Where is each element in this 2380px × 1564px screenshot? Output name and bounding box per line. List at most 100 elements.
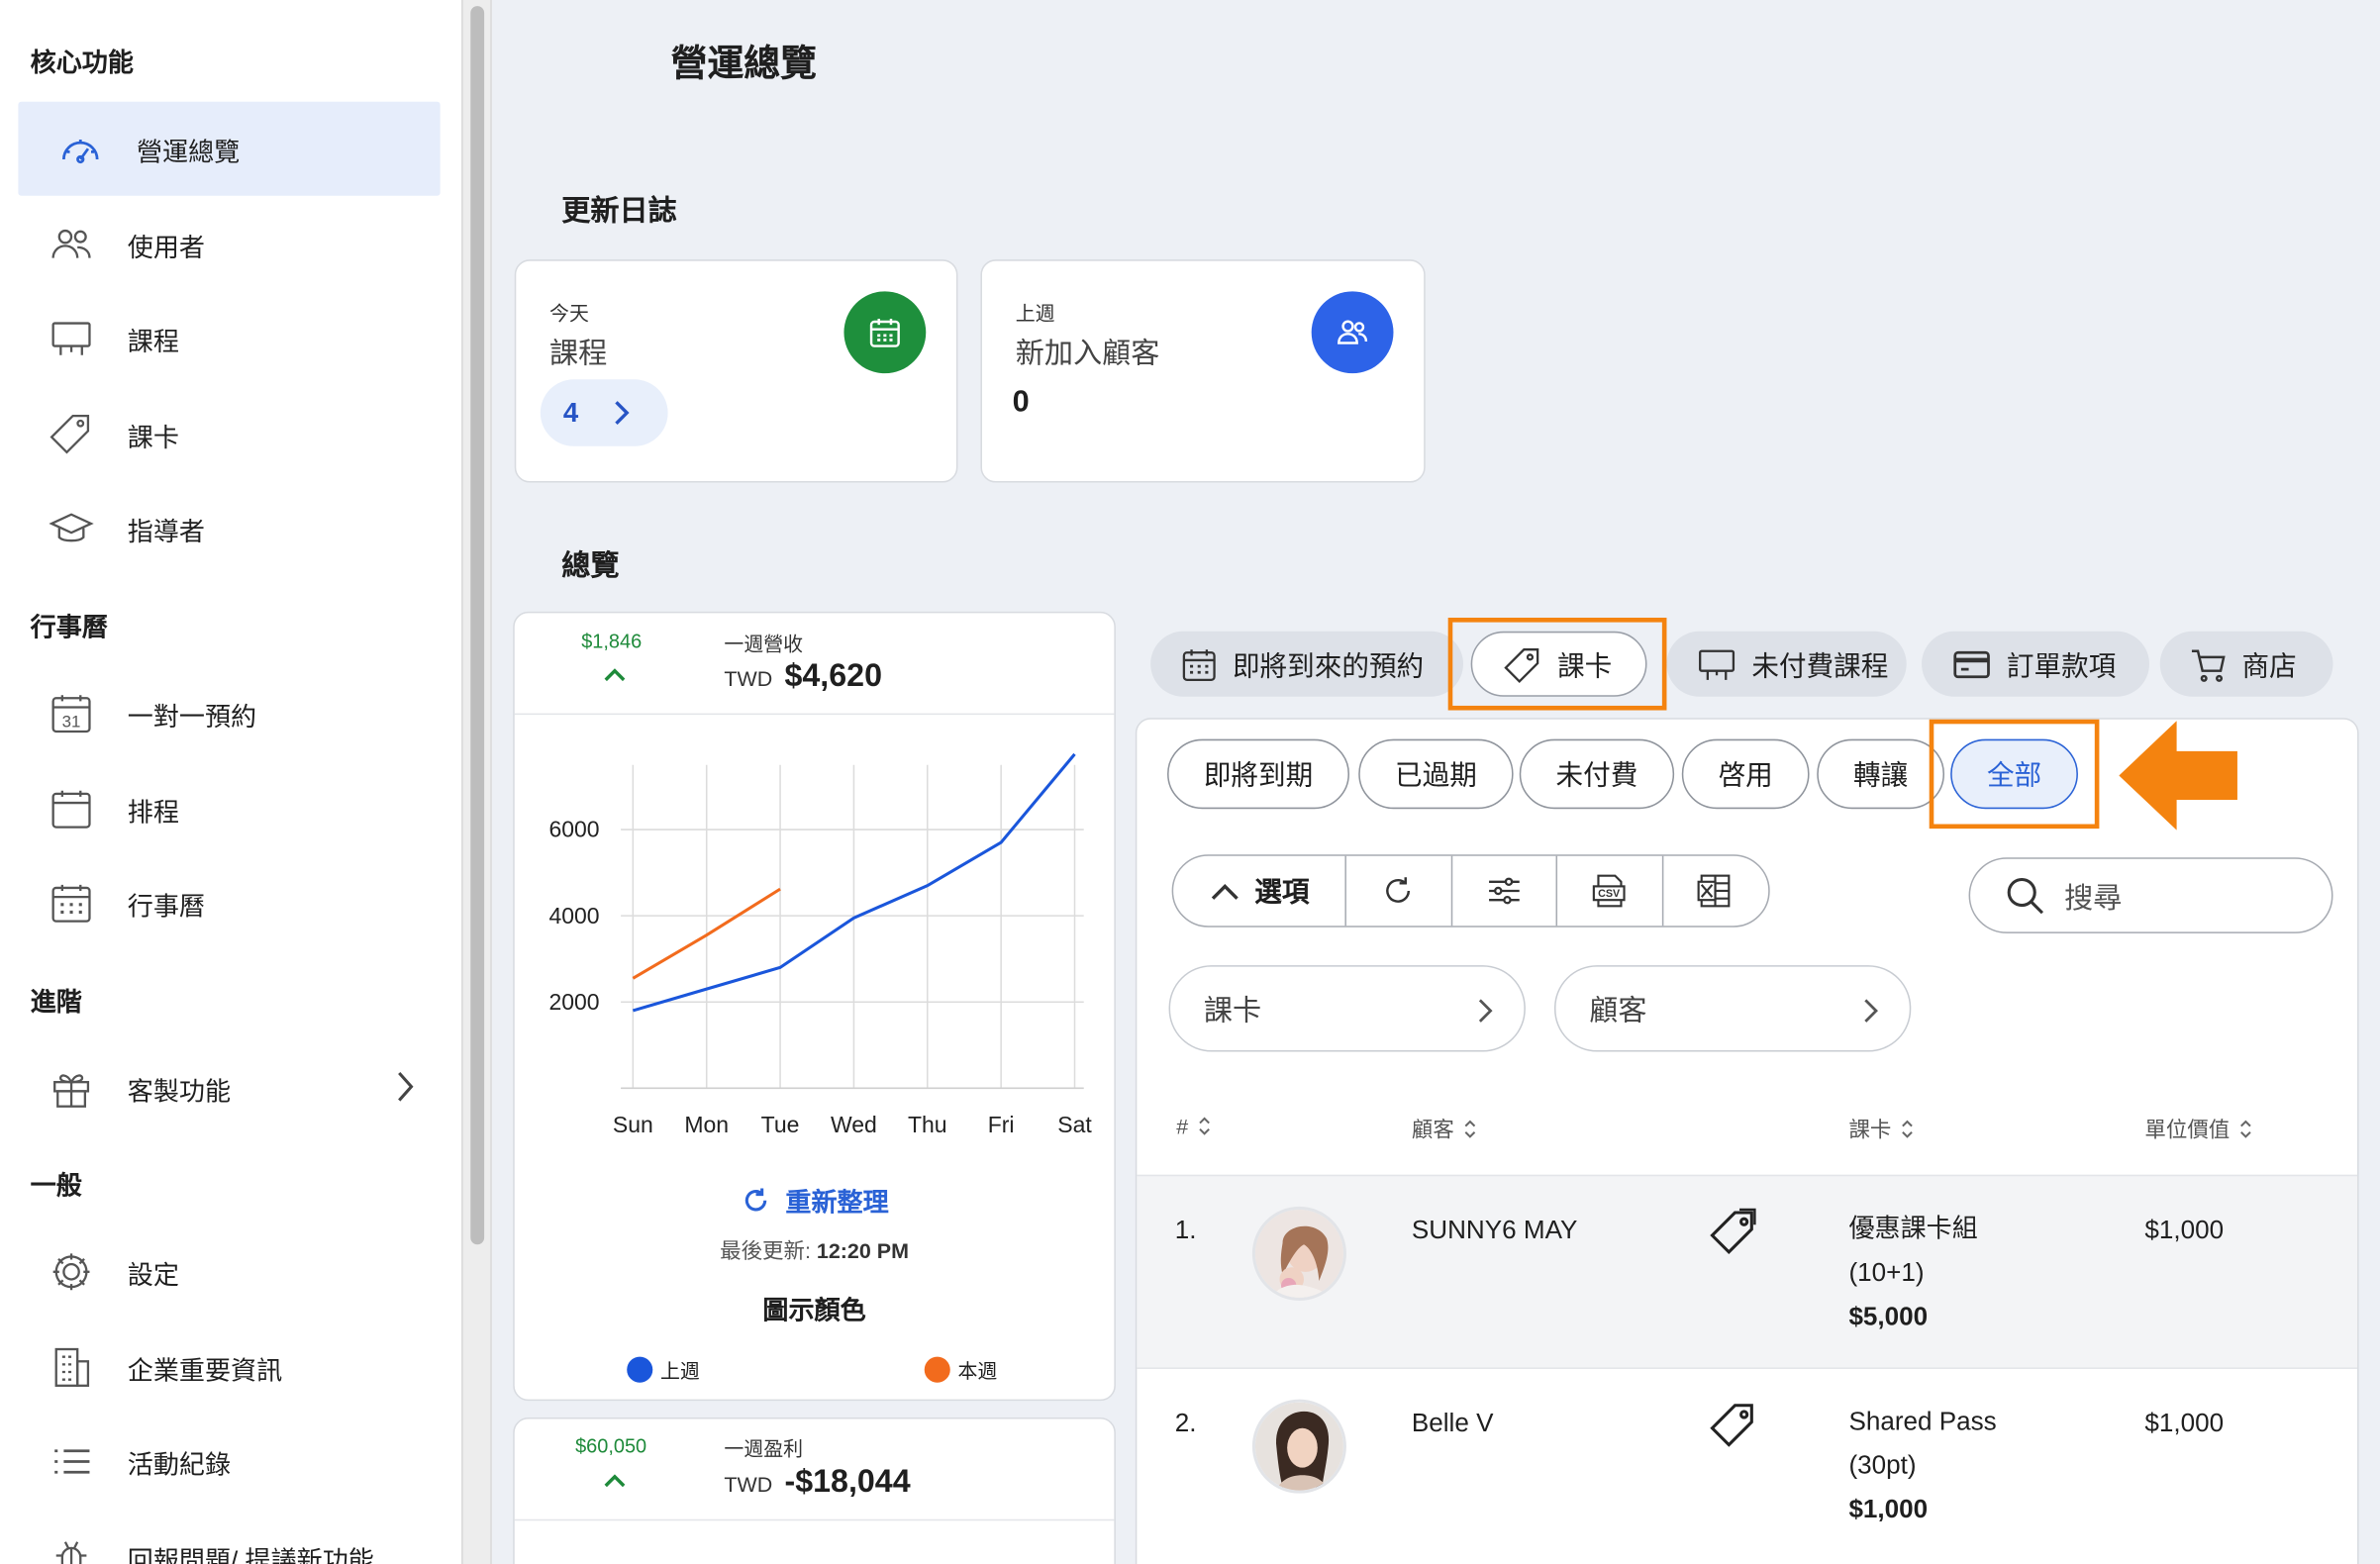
filter-unpaid[interactable]: 未付費 [1519, 738, 1675, 810]
sidebar-item-users[interactable]: 使用者 [18, 197, 440, 291]
sidebar-item-instructors[interactable]: 指導者 [18, 481, 440, 575]
filter-expiring[interactable]: 即將到期 [1167, 738, 1350, 810]
sidebar-item-one-on-one[interactable]: 31 一對一預約 [18, 666, 440, 760]
passes-panel: 即將到期 已過期 未付費 啓用 轉讓 全部 選項 CSV 搜尋 課卡 顧客 # … [1135, 718, 2359, 1564]
calendar-31-icon: 31 [49, 691, 94, 736]
unit-value: $1,000 [2144, 1408, 2225, 1437]
arrow-up-icon [603, 1471, 628, 1489]
sidebar-scrollbar[interactable] [461, 0, 492, 1564]
sidebar-item-courses[interactable]: 課程 [18, 291, 440, 385]
x-tick-label: Tue [761, 1112, 800, 1137]
sidebar-item-business-info[interactable]: 企業重要資訊 [18, 1320, 440, 1415]
sidebar-item-label: 設定 [127, 1260, 179, 1290]
sidebar-item-calendar[interactable]: 行事曆 [18, 856, 440, 950]
sidebar-item-label: 課卡 [127, 422, 179, 452]
x-tick-label: Sat [1057, 1112, 1092, 1137]
arrow-up-icon [603, 665, 628, 683]
export-csv-button[interactable]: CSV [1557, 855, 1663, 927]
revenue-value: $4,620 [784, 658, 882, 694]
reload-icon [1386, 877, 1411, 903]
sidebar-item-overview[interactable]: 營運總覽 [18, 101, 441, 196]
legend-last-week[interactable]: 上週 [627, 1355, 700, 1384]
profit-value: -$18,044 [784, 1464, 911, 1500]
sliders-icon [1488, 877, 1520, 905]
filter-expired[interactable]: 已過期 [1358, 738, 1514, 810]
course-count: 4 [562, 396, 579, 428]
customer-name[interactable]: SUNNY6 MAY [1412, 1216, 1578, 1246]
gift-icon [49, 1065, 94, 1111]
sidebar-item-label: 使用者 [127, 233, 205, 262]
pass-name: Shared Pass [1848, 1407, 1997, 1436]
sidebar-item-schedule[interactable]: 排程 [18, 762, 440, 856]
export-excel-button[interactable] [1663, 856, 1769, 927]
col-header-pass[interactable]: 課卡 [1848, 1114, 1914, 1144]
filter-active[interactable]: 啓用 [1681, 738, 1810, 810]
col-header-unit-value[interactable]: 單位價值 [2144, 1114, 2252, 1144]
pass-filter-dropdown[interactable]: 課卡 [1168, 965, 1526, 1052]
col-header-customer[interactable]: 顧客 [1412, 1114, 1477, 1144]
sidebar-item-activity-log[interactable]: 活動紀錄 [18, 1415, 440, 1509]
divider [514, 713, 1115, 716]
sidebar-item-passes[interactable]: 課卡 [18, 387, 440, 481]
card-period: 今天 [549, 302, 589, 326]
filter-settings-button[interactable] [1452, 855, 1558, 927]
header-label: 課卡 [1848, 1117, 1892, 1141]
board-icon [49, 316, 94, 361]
col-header-num[interactable]: # [1176, 1114, 1211, 1138]
changelog-title: 更新日誌 [561, 195, 677, 228]
section-core: 核心功能 [30, 49, 134, 78]
sidebar-item-settings[interactable]: 設定 [18, 1224, 440, 1319]
unit-value: $1,000 [2144, 1216, 2225, 1245]
table-row[interactable]: 2. Belle V Shared Pass (30pt) $1,000 $1,… [1137, 1367, 2358, 1560]
dashboard-icon [57, 126, 103, 171]
tag-icon [49, 411, 94, 456]
x-tick-label: Fri [988, 1112, 1015, 1137]
row-num: 2. [1174, 1408, 1197, 1437]
options-label: 選項 [1254, 877, 1310, 908]
sidebar-item-label: 排程 [127, 797, 179, 827]
legend-this-week[interactable]: 本週 [924, 1355, 997, 1384]
table-row[interactable]: 1. SUNNY6 MAY 優惠課卡組 (10+1) $5,000 $1,000 [1137, 1174, 2358, 1368]
sidebar-item-feedback[interactable]: 回報問題/ 提議新功能 [18, 1511, 440, 1564]
tab-orders[interactable]: 訂單款項 [1922, 631, 2150, 697]
users-icon [1311, 291, 1394, 374]
refresh-button[interactable]: 重新整理 [515, 1181, 1115, 1219]
chevron-right-icon [1864, 999, 1878, 1023]
sidebar-scrollbar-thumb[interactable] [470, 6, 485, 1245]
gear-icon [49, 1249, 94, 1295]
sort-icon [1902, 1120, 1913, 1138]
dropdown-label: 課卡 [1203, 995, 1262, 1027]
sidebar-item-custom[interactable]: 客製功能 [18, 1041, 440, 1135]
revenue-delta: $1,846 [581, 630, 643, 653]
x-tick-label: Wed [831, 1112, 877, 1137]
search-input[interactable]: 搜尋 [1968, 857, 2333, 933]
weekly-revenue-card: $1,846 一週營收 TWD $4,620 Sun Mon Tue Wed Thu Fri… [513, 611, 1116, 1402]
customer-filter-dropdown[interactable]: 顧客 [1553, 965, 1912, 1052]
tab-shop[interactable]: 商店 [2159, 631, 2333, 697]
filter-transfer[interactable]: 轉讓 [1817, 738, 1945, 810]
arrow-left-icon [2119, 721, 2240, 831]
header-label: 顧客 [1411, 1117, 1454, 1141]
refresh-icon [744, 1187, 766, 1211]
x-tick-label: Mon [684, 1112, 729, 1137]
tab-upcoming[interactable]: 即將到來的預約 [1150, 631, 1464, 697]
updated-time: 12:20 PM [816, 1238, 909, 1263]
today-courses-count-button[interactable]: 4 [540, 379, 668, 446]
calendar-icon [843, 291, 927, 374]
customer-name[interactable]: Belle V [1412, 1409, 1494, 1439]
tab-label: 訂單款項 [2006, 649, 2117, 681]
building-icon [49, 1344, 94, 1390]
updated-prefix: 最後更新: [720, 1238, 811, 1263]
sort-icon [1198, 1117, 1210, 1135]
sidebar-item-label: 回報問題/ 提議新功能 [127, 1545, 374, 1564]
tab-label: 未付費課程 [1751, 649, 1889, 681]
page-title: 營運總覽 [670, 44, 817, 85]
tab-unpaid[interactable]: 未付費課程 [1666, 631, 1907, 697]
section-calendar: 行事曆 [30, 613, 108, 642]
y-tick-label: 2000 [548, 989, 599, 1015]
table-toolbar: 選項 CSV [1171, 854, 1770, 928]
reload-button[interactable] [1346, 855, 1452, 927]
row-num: 1. [1174, 1216, 1197, 1245]
sidebar: 核心功能 營運總覽 使用者 課程 課卡 指導者 行事曆 31 一對一預約 排程 … [0, 0, 462, 1564]
options-button[interactable]: 選項 [1173, 855, 1347, 927]
